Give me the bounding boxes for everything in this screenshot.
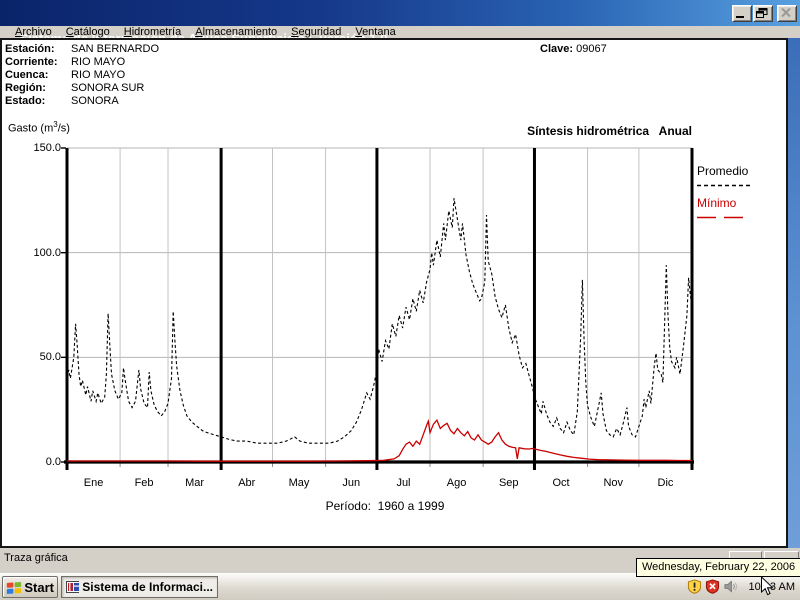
clave-value: 09067 (576, 43, 607, 55)
app-icon (66, 580, 79, 594)
series-minimo (67, 420, 692, 461)
x-tick-label-sep: Sep (487, 477, 531, 489)
security-warning-shield-icon[interactable] (687, 579, 702, 594)
taskbar-task-sias[interactable]: Sistema de Informaci... (61, 576, 218, 598)
volume-speaker-icon[interactable] (723, 579, 738, 594)
x-tick-label-jul: Jul (381, 477, 425, 489)
start-label: Start (24, 580, 54, 595)
mouse-cursor (760, 576, 775, 597)
task-label: Sistema de Informaci... (82, 580, 213, 594)
date-tooltip: Wednesday, February 22, 2006 (636, 558, 800, 577)
windows-flag-icon (6, 580, 22, 595)
y-tick-label: 0.0 (23, 456, 61, 468)
station-row: Estado:SONORA (5, 95, 159, 108)
station-info-panel: Estación:SAN BERNARDOCorriente:RIO MAYOC… (5, 43, 159, 108)
station-row: Estación:SAN BERNARDO (5, 43, 159, 56)
y-tick-label: 150.0 (23, 142, 61, 154)
window-titlebar[interactable]: Sistema de Información de Aguas Superfic… (0, 0, 800, 26)
close-icon (780, 8, 793, 18)
workspace-background (788, 38, 800, 548)
x-tick-label-may: May (277, 477, 321, 489)
start-button[interactable]: Start (2, 576, 58, 598)
series-promedio (67, 198, 692, 443)
x-tick-label-ago: Ago (435, 477, 479, 489)
menu-item-catalogo[interactable]: Catálogo (59, 26, 117, 38)
menu-item-hidrometria[interactable]: Hidrometría (117, 26, 188, 38)
chart-legend: Promedio Mínimo (697, 165, 753, 223)
menu-item-seguridad[interactable]: Seguridad (284, 26, 348, 38)
legend-minimo-line-sample (697, 215, 747, 220)
menu-item-almacenamiento[interactable]: Almacenamiento (188, 26, 284, 38)
menu-item-archivo[interactable]: Archivo (8, 26, 59, 38)
y-tick-label: 50.0 (23, 351, 61, 363)
chart-plot (67, 148, 693, 470)
chart-y-axis-title: Gasto (m3/s) (8, 120, 70, 135)
x-tick-label-feb: Feb (122, 477, 166, 489)
system-tray: 10:43 AM (687, 579, 795, 594)
station-clave: Clave: 09067 (540, 43, 607, 55)
x-tick-label-dic: Dic (643, 477, 687, 489)
restore-button[interactable] (753, 5, 773, 22)
status-text: Traza gráfica (4, 552, 68, 564)
y-tick-label: 100.0 (23, 247, 61, 259)
legend-promedio-label: Promedio (697, 165, 753, 178)
x-tick-label-abr: Abr (225, 477, 269, 489)
station-row: Corriente:RIO MAYO (5, 56, 159, 69)
close-button[interactable] (777, 5, 797, 22)
minimize-icon (736, 16, 744, 18)
x-tick-label-ene: Ene (72, 477, 116, 489)
window-controls (731, 5, 797, 22)
minimize-button[interactable] (732, 5, 752, 22)
station-row: Cuenca:RIO MAYO (5, 69, 159, 82)
x-tick-label-nov: Nov (591, 477, 635, 489)
x-tick-label-mar: Mar (173, 477, 217, 489)
x-tick-label-oct: Oct (539, 477, 583, 489)
chart-period-label: Período: 1960 a 1999 (326, 499, 445, 513)
menu-item-ventana[interactable]: Ventana (348, 26, 402, 38)
taskbar: Start Sistema de Informaci... 10:43 AM (0, 573, 800, 600)
desktop: Sistema de Información de Aguas Superfic… (0, 0, 800, 600)
legend-minimo-label: Mínimo (697, 197, 753, 210)
menu-bar: ArchivoCatálogoHidrometríaAlmacenamiento… (0, 26, 800, 38)
x-tick-label-jun: Jun (329, 477, 373, 489)
legend-promedio-line-sample (697, 183, 753, 188)
restore-icon (756, 8, 768, 18)
clave-label: Clave: (540, 43, 573, 55)
security-alert-shield-icon[interactable] (705, 579, 720, 594)
station-row: Región:SONORA SUR (5, 82, 159, 95)
chart-title: Síntesis hidrométrica Anual (527, 124, 692, 138)
